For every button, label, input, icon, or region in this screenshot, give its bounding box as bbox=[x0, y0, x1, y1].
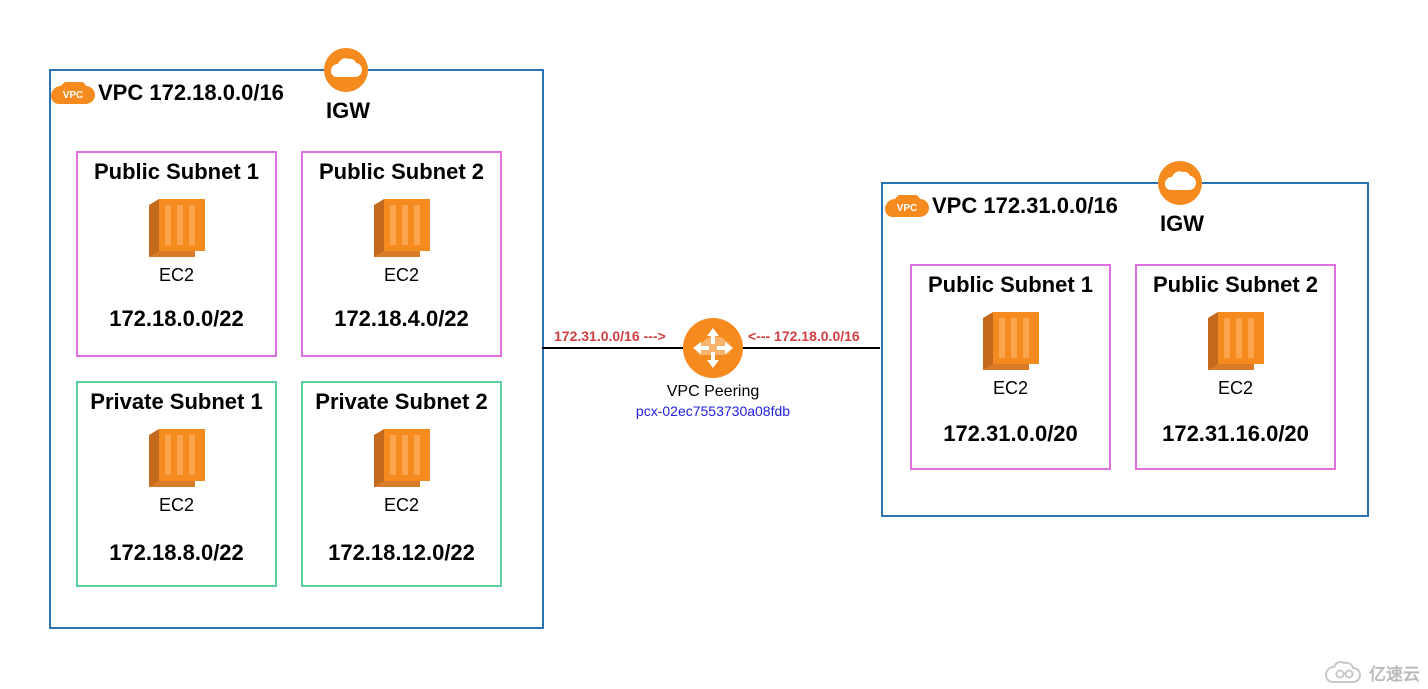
vpc-peering-icon bbox=[683, 318, 743, 378]
subnet-title: Public Subnet 1 bbox=[912, 272, 1109, 298]
vpc-badge-icon bbox=[885, 195, 929, 219]
ec2-label: EC2 bbox=[78, 495, 275, 516]
route-right: <--- 172.18.0.0/16 bbox=[748, 328, 860, 344]
subnet-title: Private Subnet 2 bbox=[303, 389, 500, 415]
peer-line-right bbox=[742, 347, 880, 349]
subnet-cidr: 172.18.12.0/22 bbox=[303, 540, 500, 566]
ec2-icon bbox=[912, 312, 1109, 372]
vpc-badge-icon bbox=[51, 82, 95, 106]
ec2-icon bbox=[78, 199, 275, 259]
vpc-a-pub1: Public Subnet 1 EC2 172.18.0.0/22 bbox=[76, 151, 277, 357]
subnet-title: Private Subnet 1 bbox=[78, 389, 275, 415]
peering-label: VPC Peering bbox=[663, 383, 763, 401]
vpc-b-pub2: Public Subnet 2 EC2 172.31.16.0/20 bbox=[1135, 264, 1336, 470]
ec2-icon bbox=[303, 199, 500, 259]
igw-icon bbox=[324, 48, 368, 92]
vpc-b-pub1: Public Subnet 1 EC2 172.31.0.0/20 bbox=[910, 264, 1111, 470]
vpc-b-title: VPC 172.31.0.0/16 bbox=[932, 193, 1118, 219]
ec2-label: EC2 bbox=[78, 265, 275, 286]
subnet-cidr: 172.18.4.0/22 bbox=[303, 306, 500, 332]
ec2-icon bbox=[78, 429, 275, 489]
vpc-a-priv1: Private Subnet 1 EC2 172.18.8.0/22 bbox=[76, 381, 277, 587]
igw-a-label: IGW bbox=[326, 98, 370, 124]
ec2-label: EC2 bbox=[303, 495, 500, 516]
ec2-label: EC2 bbox=[1137, 378, 1334, 399]
route-left: 172.31.0.0/16 ---> bbox=[554, 328, 666, 344]
peering-id: pcx-02ec7553730a08fdb bbox=[621, 403, 805, 419]
subnet-title: Public Subnet 2 bbox=[1137, 272, 1334, 298]
ec2-label: EC2 bbox=[303, 265, 500, 286]
subnet-cidr: 172.31.0.0/20 bbox=[912, 421, 1109, 447]
subnet-cidr: 172.18.0.0/22 bbox=[78, 306, 275, 332]
watermark-text: 亿速云 bbox=[1369, 660, 1420, 685]
peer-line-left bbox=[542, 347, 684, 349]
vpc-a-priv2: Private Subnet 2 EC2 172.18.12.0/22 bbox=[301, 381, 502, 587]
igw-b-label: IGW bbox=[1160, 211, 1204, 237]
watermark: 亿速云 bbox=[1323, 660, 1420, 685]
subnet-title: Public Subnet 2 bbox=[303, 159, 500, 185]
subnet-cidr: 172.31.16.0/20 bbox=[1137, 421, 1334, 447]
subnet-title: Public Subnet 1 bbox=[78, 159, 275, 185]
subnet-cidr: 172.18.8.0/22 bbox=[78, 540, 275, 566]
ec2-icon bbox=[1137, 312, 1334, 372]
ec2-label: EC2 bbox=[912, 378, 1109, 399]
vpc-a-title: VPC 172.18.0.0/16 bbox=[98, 80, 284, 106]
igw-icon bbox=[1158, 161, 1202, 205]
ec2-icon bbox=[303, 429, 500, 489]
watermark-logo-icon bbox=[1323, 661, 1363, 685]
vpc-a-pub2: Public Subnet 2 EC2 172.18.4.0/22 bbox=[301, 151, 502, 357]
